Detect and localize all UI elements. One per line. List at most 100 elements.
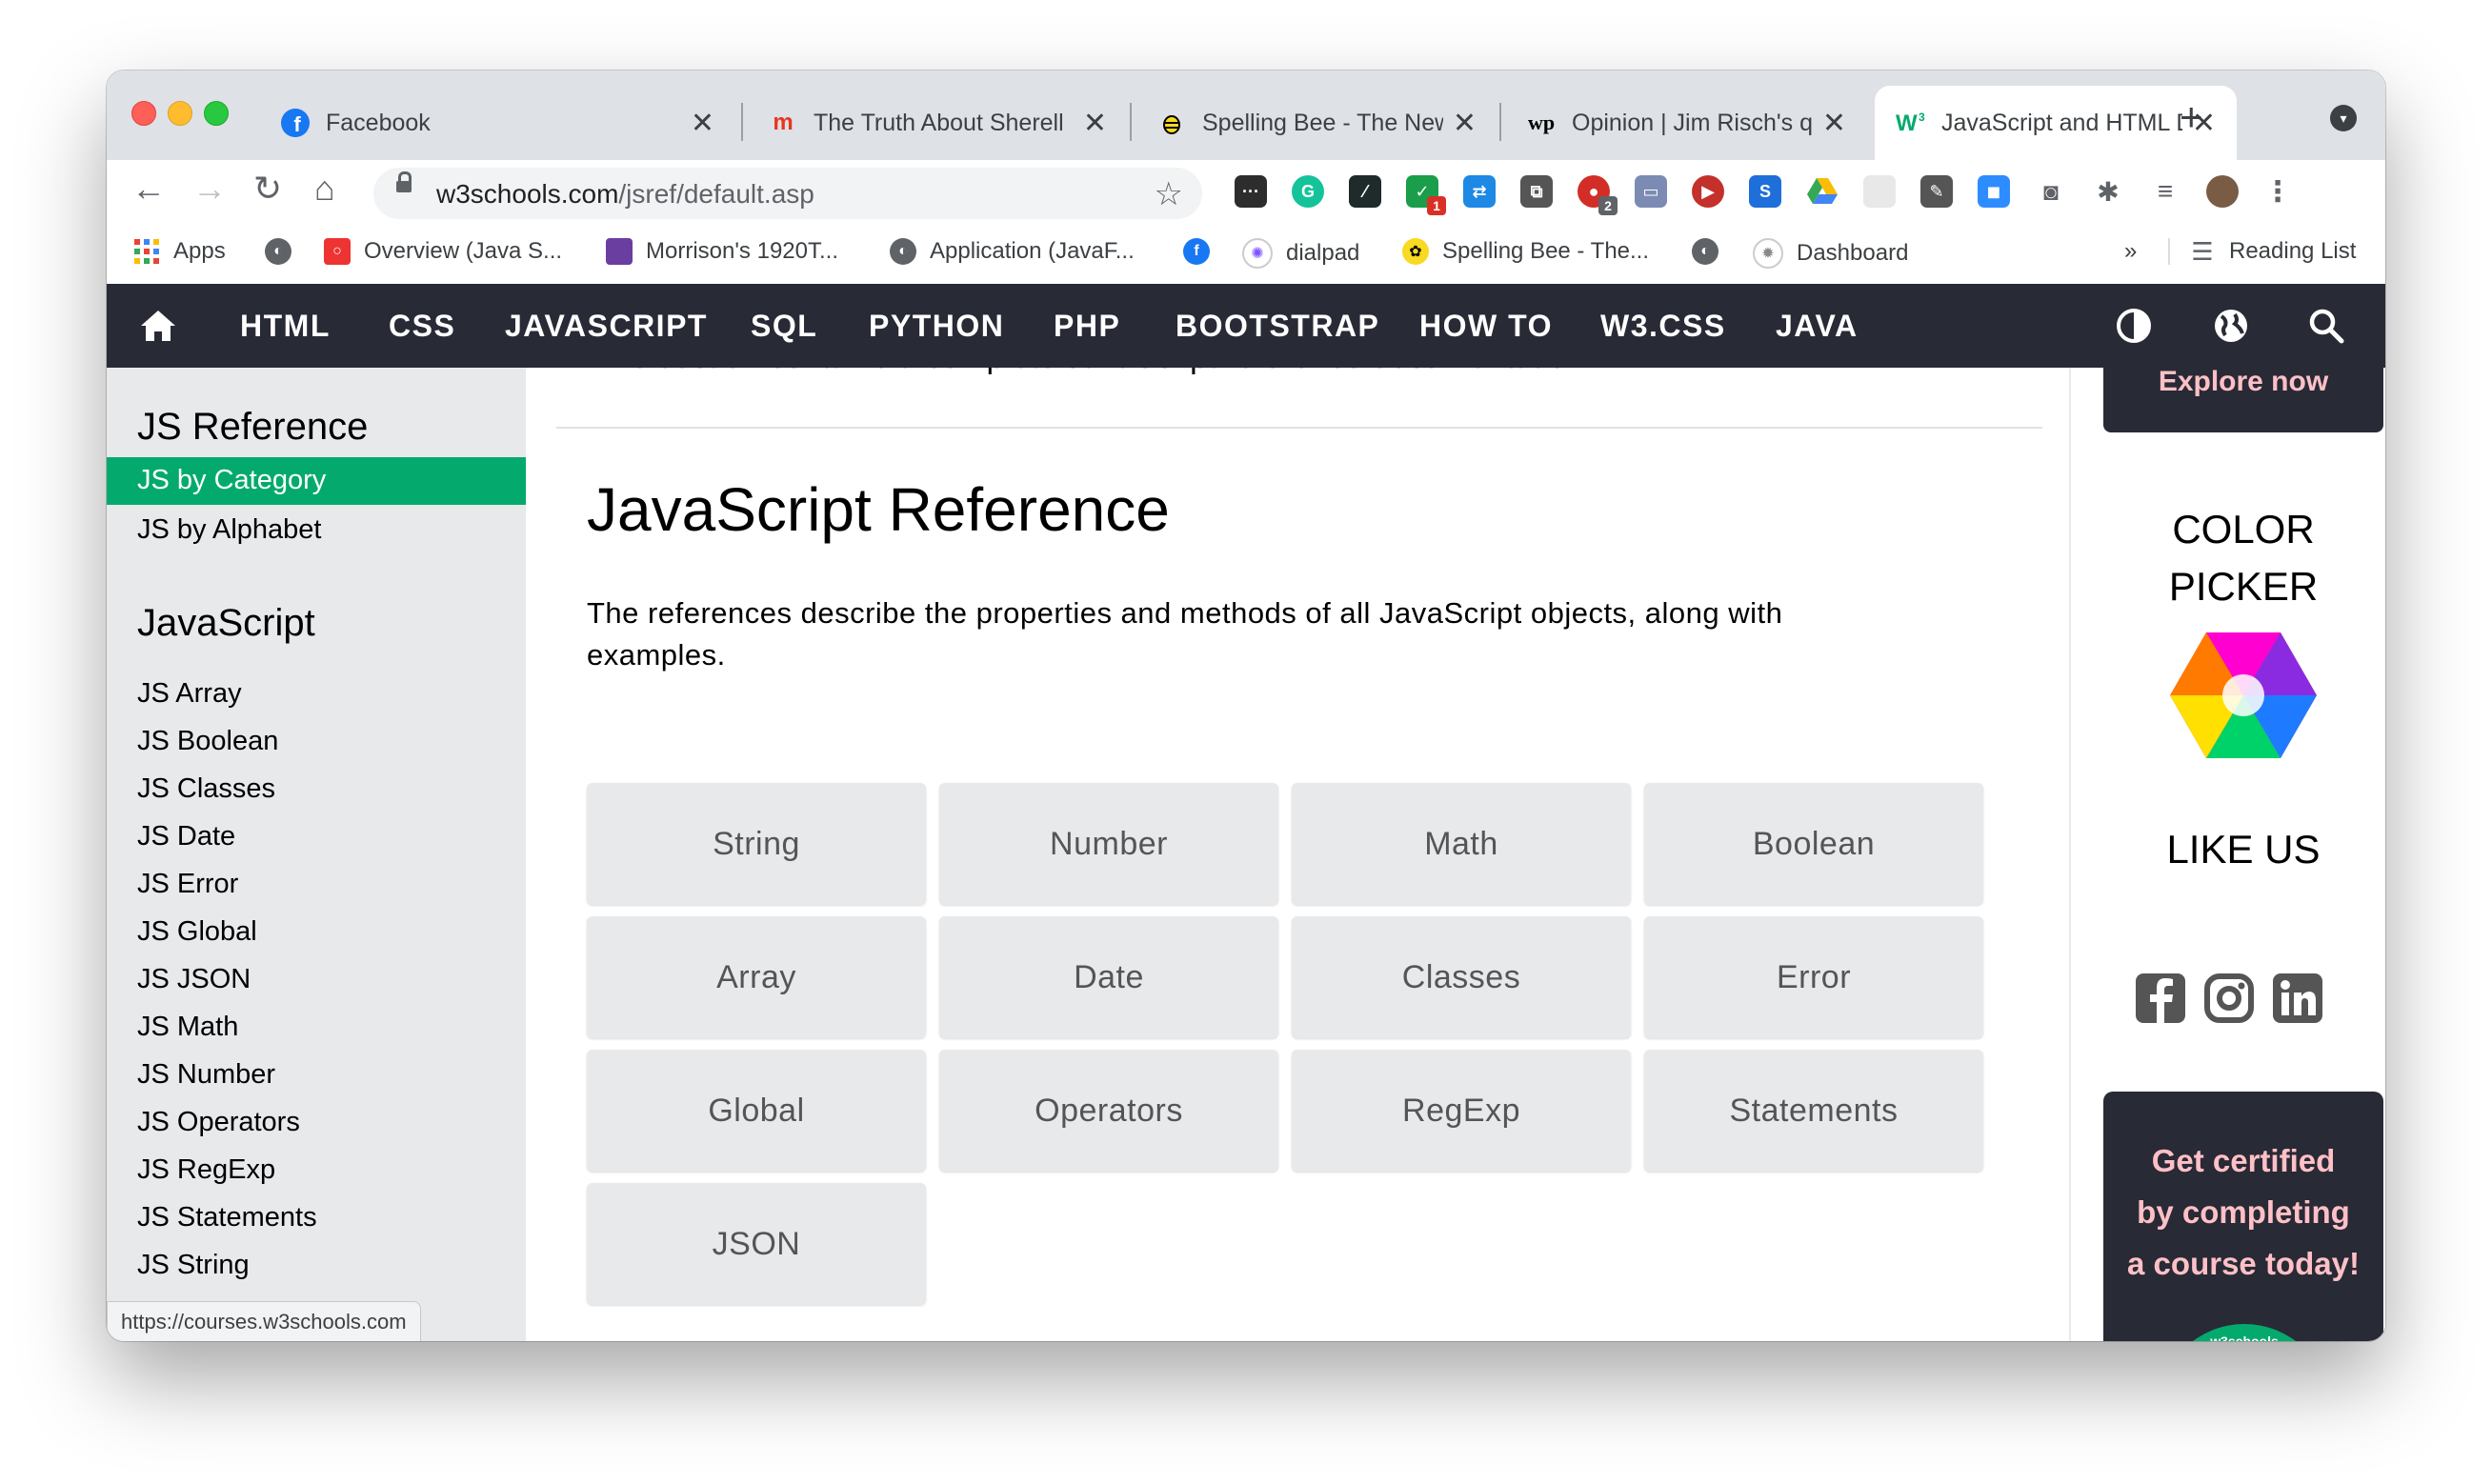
bookmark-morrison[interactable]: Morrison's 1920T... — [606, 238, 838, 265]
camera-icon[interactable]: ◙ — [2035, 175, 2067, 208]
ref-button-boolean[interactable]: Boolean — [1644, 783, 1983, 905]
ref-button-error[interactable]: Error — [1644, 916, 1983, 1038]
bookmark-globe-2[interactable]: ◐ — [1692, 238, 1732, 265]
sidebar-item-js-by-alphabet[interactable]: JS by Alphabet — [137, 514, 321, 546]
address-bar[interactable]: w3schools.com/jsref/default.asp ☆ — [373, 168, 1202, 219]
sidebar-item-js-classes[interactable]: JS Classes — [137, 773, 275, 805]
nav-how-to[interactable]: HOW TO — [1419, 309, 1553, 344]
close-tab-icon[interactable]: ✕ — [691, 107, 714, 140]
bookmark-star-icon[interactable]: ☆ — [1155, 175, 1183, 213]
bookmark-dialpad[interactable]: ✺ dialpad — [1242, 238, 1359, 269]
profile-avatar[interactable] — [2206, 175, 2239, 208]
get-certified-banner[interactable]: Get certified by completing a course tod… — [2103, 1092, 2383, 1341]
nav-python[interactable]: PYTHON — [869, 309, 1004, 344]
tab-washington-post[interactable]: wp Opinion | Jim Risch's qu ✕ — [1505, 86, 1867, 160]
tab-medium[interactable]: m The Truth About Sherell ✕ — [747, 86, 1128, 160]
ref-button-math[interactable]: Math — [1292, 783, 1631, 905]
tab-facebook[interactable]: f Facebook ✕ — [259, 86, 735, 160]
ref-button-number[interactable]: Number — [939, 783, 1278, 905]
nav-css[interactable]: CSS — [389, 309, 455, 344]
bookmark-java-overview[interactable]: ○ Overview (Java S... — [324, 238, 562, 265]
sidebar-item-js-boolean[interactable]: JS Boolean — [137, 726, 278, 757]
shield-check-icon[interactable]: ✓ 1 — [1406, 175, 1446, 215]
bookmark-spelling-bee[interactable]: ✿ Spelling Bee - The... — [1402, 238, 1649, 265]
more-menu-icon[interactable]: ⋮ — [2261, 175, 2294, 208]
extension-s-icon[interactable]: S — [1749, 175, 1781, 208]
ref-button-regexp[interactable]: RegExp — [1292, 1050, 1631, 1172]
pen-icon[interactable]: ✎ — [1920, 175, 1953, 208]
close-tab-icon[interactable]: ✕ — [1822, 107, 1846, 140]
ref-button-classes[interactable]: Classes — [1292, 916, 1631, 1038]
extension-light-icon[interactable] — [1863, 175, 1896, 208]
ref-button-date[interactable]: Date — [939, 916, 1278, 1038]
globe-icon[interactable] — [2212, 307, 2250, 345]
nav-w3css[interactable]: W3.CSS — [1600, 309, 1726, 344]
sidebar-item-js-string[interactable]: JS String — [137, 1250, 250, 1281]
zoom-video-icon[interactable]: ◼ — [1978, 175, 2010, 208]
bookmark-facebook[interactable]: f — [1183, 238, 1223, 265]
sidebar-item-js-operators[interactable]: JS Operators — [137, 1107, 300, 1138]
nav-html[interactable]: HTML — [240, 309, 331, 344]
ref-button-operators[interactable]: Operators — [939, 1050, 1278, 1172]
facebook-icon[interactable] — [2136, 973, 2185, 1023]
sidebar-item-js-math[interactable]: JS Math — [137, 1012, 238, 1043]
explore-now-banner[interactable]: Explore now — [2103, 358, 2383, 432]
ref-button-json[interactable]: JSON — [587, 1183, 926, 1305]
forward-arrow-icon[interactable]: → — [192, 171, 227, 206]
bookmark-apps[interactable]: Apps — [133, 238, 226, 265]
ref-button-array[interactable]: Array — [587, 916, 926, 1038]
sidebar-item-js-date[interactable]: JS Date — [137, 821, 235, 852]
grammarly-icon[interactable]: G — [1292, 175, 1324, 208]
nav-php[interactable]: PHP — [1054, 309, 1120, 344]
nav-java[interactable]: JAVA — [1776, 309, 1859, 344]
search-icon[interactable] — [2307, 307, 2345, 345]
sidebar-item-js-regexp[interactable]: JS RegExp — [137, 1154, 275, 1186]
extensions-puzzle-icon[interactable]: ✱ — [2092, 175, 2124, 208]
bookmarks-overflow-button[interactable]: » — [2124, 238, 2137, 265]
zoom-window-button[interactable] — [204, 101, 229, 126]
new-tab-button[interactable]: + — [2180, 97, 2203, 137]
nav-javascript[interactable]: JAVASCRIPT — [505, 309, 708, 344]
ref-button-statements[interactable]: Statements — [1644, 1050, 1983, 1172]
extension-dark-icon[interactable]: ⁄ — [1349, 175, 1381, 208]
media-control-icon[interactable]: ≡ — [2149, 175, 2181, 208]
tab-search-icon[interactable]: ▾ — [2330, 105, 2357, 131]
extension-blue-icon[interactable]: ⇄ — [1463, 175, 1496, 208]
print-icon[interactable]: ▭ — [1635, 175, 1667, 208]
color-picker-hexagon-icon[interactable] — [2168, 631, 2319, 760]
lastpass-icon[interactable]: ● 2 — [1578, 175, 1618, 215]
sidebar-item-js-number[interactable]: JS Number — [137, 1059, 275, 1091]
ref-button-string[interactable]: String — [587, 783, 926, 905]
extension-gray-icon[interactable]: ⧉ — [1520, 175, 1553, 208]
sidebar-item-js-global[interactable]: JS Global — [137, 916, 257, 948]
nav-sql[interactable]: SQL — [751, 309, 817, 344]
ref-button-global[interactable]: Global — [587, 1050, 926, 1172]
linkedin-icon[interactable] — [2273, 973, 2322, 1023]
home-icon[interactable] — [139, 307, 177, 345]
close-tab-icon[interactable]: ✕ — [1453, 107, 1477, 140]
minimize-window-button[interactable] — [168, 101, 192, 126]
close-tab-icon[interactable]: ✕ — [1083, 107, 1107, 140]
sidebar-item-js-error[interactable]: JS Error — [137, 869, 238, 900]
bookmark-globe[interactable]: ◐ — [265, 238, 305, 265]
reload-icon[interactable]: ↻ — [253, 171, 282, 206]
sidebar-item-js-json[interactable]: JS JSON — [137, 964, 251, 995]
tab-spelling-bee[interactable]: Spelling Bee - The New ✕ — [1135, 86, 1497, 160]
google-drive-icon[interactable] — [1806, 175, 1839, 208]
home-icon[interactable]: ⌂ — [314, 171, 335, 206]
instagram-icon[interactable] — [2204, 973, 2254, 1023]
extension-terminal-icon[interactable]: ··· — [1235, 175, 1267, 208]
sidebar-item-js-array[interactable]: JS Array — [137, 678, 242, 710]
sidebar-item-js-by-category[interactable]: JS by Category — [107, 457, 526, 505]
sidebar-heading-reference: JS Reference — [137, 406, 369, 448]
tab-strip: f Facebook ✕ m The Truth About Sherell ✕… — [107, 70, 2385, 160]
back-arrow-icon[interactable]: ← — [131, 171, 166, 206]
reading-list-button[interactable]: ☰ Reading List — [2168, 237, 2356, 266]
close-window-button[interactable] — [131, 101, 156, 126]
dark-mode-icon[interactable] — [2115, 307, 2153, 345]
bookmark-dashboard[interactable]: ✹ Dashboard — [1753, 238, 1908, 269]
bookmark-application[interactable]: ◐ Application (JavaF... — [890, 238, 1135, 265]
nav-bootstrap[interactable]: BOOTSTRAP — [1176, 309, 1379, 344]
sidebar-item-js-statements[interactable]: JS Statements — [137, 1202, 317, 1233]
play-icon[interactable]: ▶ — [1692, 175, 1724, 208]
